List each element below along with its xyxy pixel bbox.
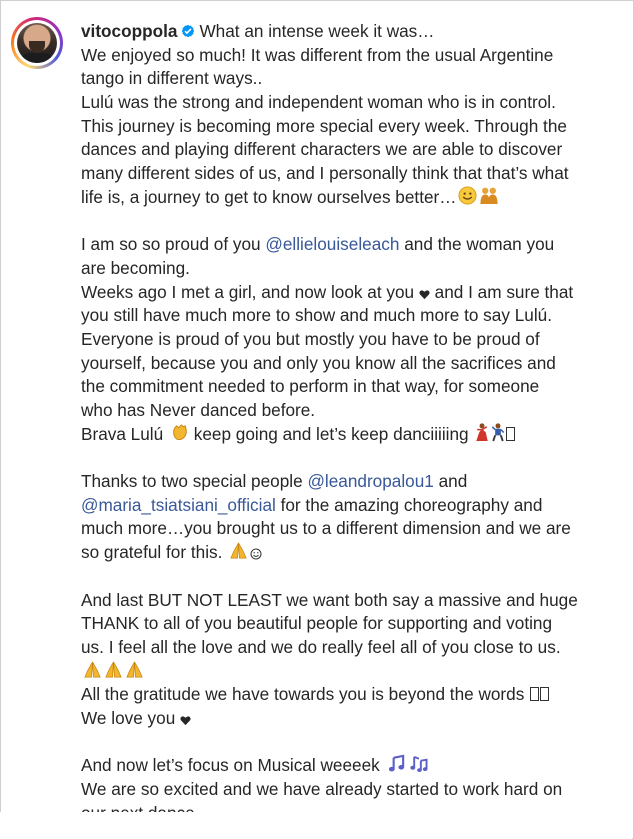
caption-line: and the woman you: [399, 234, 555, 255]
mention-ellielouiseleach-link[interactable]: @ellielouiseleach: [265, 234, 399, 254]
username-link[interactable]: vitocoppola: [81, 21, 177, 41]
missing-glyph-icon: [530, 687, 540, 702]
caption-line: All the gratitude we have towards you is…: [81, 684, 530, 705]
heart-icon: [180, 716, 191, 726]
caption-line: many different sides of us, and I person…: [81, 163, 569, 184]
caption-line: What an intense week it was…: [199, 21, 435, 41]
caption-line: Brava Lulú: [81, 423, 168, 444]
caption-line: tango in different ways..: [81, 68, 263, 89]
missing-glyph-icon: [540, 687, 550, 702]
caption-line: Everyone is proud of you but mostly you …: [81, 328, 540, 349]
caption-line: yourself, because you and only you know …: [81, 352, 556, 373]
caption-line: And now let’s focus on Musical weeeek: [81, 755, 385, 776]
man-dancing-emoji-icon: [492, 423, 505, 442]
caption-line: so grateful for this.: [81, 542, 228, 563]
caption-line: are becoming.: [81, 257, 190, 278]
caption-line: life is, a journey to get to know oursel…: [81, 186, 457, 207]
caption-line: much more…you brought us to a different …: [81, 518, 571, 539]
caption-line: Thanks to two special people: [81, 471, 308, 492]
folded-hands-emoji-icon: [126, 661, 143, 678]
caption-line: I am so so proud of you: [81, 234, 266, 255]
caption-line: THANK to all of you beautiful people for…: [81, 613, 553, 634]
clapping-hands-emoji-icon: [173, 423, 187, 440]
caption-line: keep going and let’s keep danciiiiing: [188, 423, 474, 444]
people-hugging-emoji-icon: [480, 187, 499, 204]
caption-line: dances and playing different characters …: [81, 139, 563, 160]
caption-text: vitocoppola What an intense week it was… …: [81, 20, 621, 825]
caption-line: We are so excited and we have already st…: [81, 779, 563, 799]
smiley-outline-icon: [250, 548, 262, 560]
folded-hands-emoji-icon: [230, 542, 247, 559]
caption-line: and I am sure that: [429, 281, 574, 302]
musical-notes-emoji-icon: [409, 756, 427, 773]
caption-line: We love you: [81, 707, 181, 728]
avatar[interactable]: [11, 17, 63, 69]
smiling-face-emoji-icon: [458, 186, 477, 205]
heart-icon: [419, 289, 430, 299]
verified-badge-icon: [182, 24, 195, 38]
woman-dancing-emoji-icon: [476, 423, 489, 441]
caption-line: us. I feel all the love and we do really…: [81, 636, 561, 657]
caption-line: the commitment needed to perform in that…: [81, 376, 540, 397]
folded-hands-emoji-icon: [105, 661, 122, 678]
caption-line: for the amazing choreography and: [275, 494, 543, 515]
bottom-cutoff: [0, 812, 632, 839]
caption-line: And last BUT NOT LEAST we want both say …: [81, 589, 578, 610]
folded-hands-emoji-icon: [84, 661, 101, 678]
caption-line: Weeks ago I met a girl, and now look at …: [81, 281, 419, 302]
caption-line: Lulú was the strong and independent woma…: [81, 92, 556, 113]
caption-line: This journey is becoming more special ev…: [81, 115, 567, 136]
caption-line: you still have much more to show and muc…: [81, 305, 552, 326]
profile-photo: [17, 23, 57, 63]
caption-line: who has Never danced before.: [81, 400, 316, 420]
musical-note-emoji-icon: [388, 754, 404, 772]
caption-line: We enjoyed so much! It was different fro…: [81, 44, 554, 65]
caption-line: and: [433, 471, 468, 492]
mention-leandropalou1-link[interactable]: @leandropalou1: [307, 471, 433, 491]
missing-glyph-icon: [506, 426, 516, 441]
mention-maria-tsiatsiani-link[interactable]: @maria_tsiatsiani_official: [81, 495, 276, 515]
